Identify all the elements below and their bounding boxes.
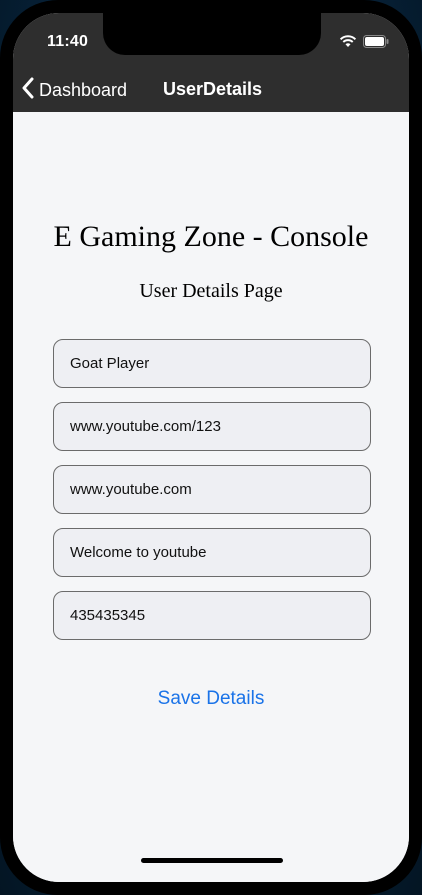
website-field[interactable] <box>53 465 371 514</box>
username-field[interactable] <box>53 339 371 388</box>
phone-number-field[interactable] <box>53 591 371 640</box>
back-button-label: Dashboard <box>39 80 128 100</box>
phone-frame: 11:40 Dashboard UserDetails E Gaming Zon… <box>0 0 422 895</box>
page-title: E Gaming Zone - Console <box>53 220 369 253</box>
status-time: 11:40 <box>47 33 89 50</box>
app-screen: 11:40 Dashboard UserDetails E Gaming Zon… <box>13 13 409 882</box>
home-indicator[interactable] <box>141 858 283 863</box>
status-bar: 11:40 <box>13 13 409 69</box>
battery-icon <box>363 35 389 53</box>
nav-title: UserDetails <box>163 79 263 99</box>
channel-url-field[interactable] <box>53 402 371 451</box>
navigation-bar: Dashboard UserDetails <box>13 69 409 112</box>
description-field[interactable] <box>53 528 371 577</box>
save-details-button[interactable]: Save Details <box>13 687 409 711</box>
main-content: E Gaming Zone - Console User Details Pag… <box>13 112 409 882</box>
status-icons <box>339 35 389 53</box>
page-subtitle: User Details Page <box>139 280 283 302</box>
device-notch <box>103 13 321 55</box>
back-button[interactable]: Dashboard <box>21 77 127 104</box>
chevron-left-icon <box>21 77 35 104</box>
wifi-icon <box>339 35 357 53</box>
